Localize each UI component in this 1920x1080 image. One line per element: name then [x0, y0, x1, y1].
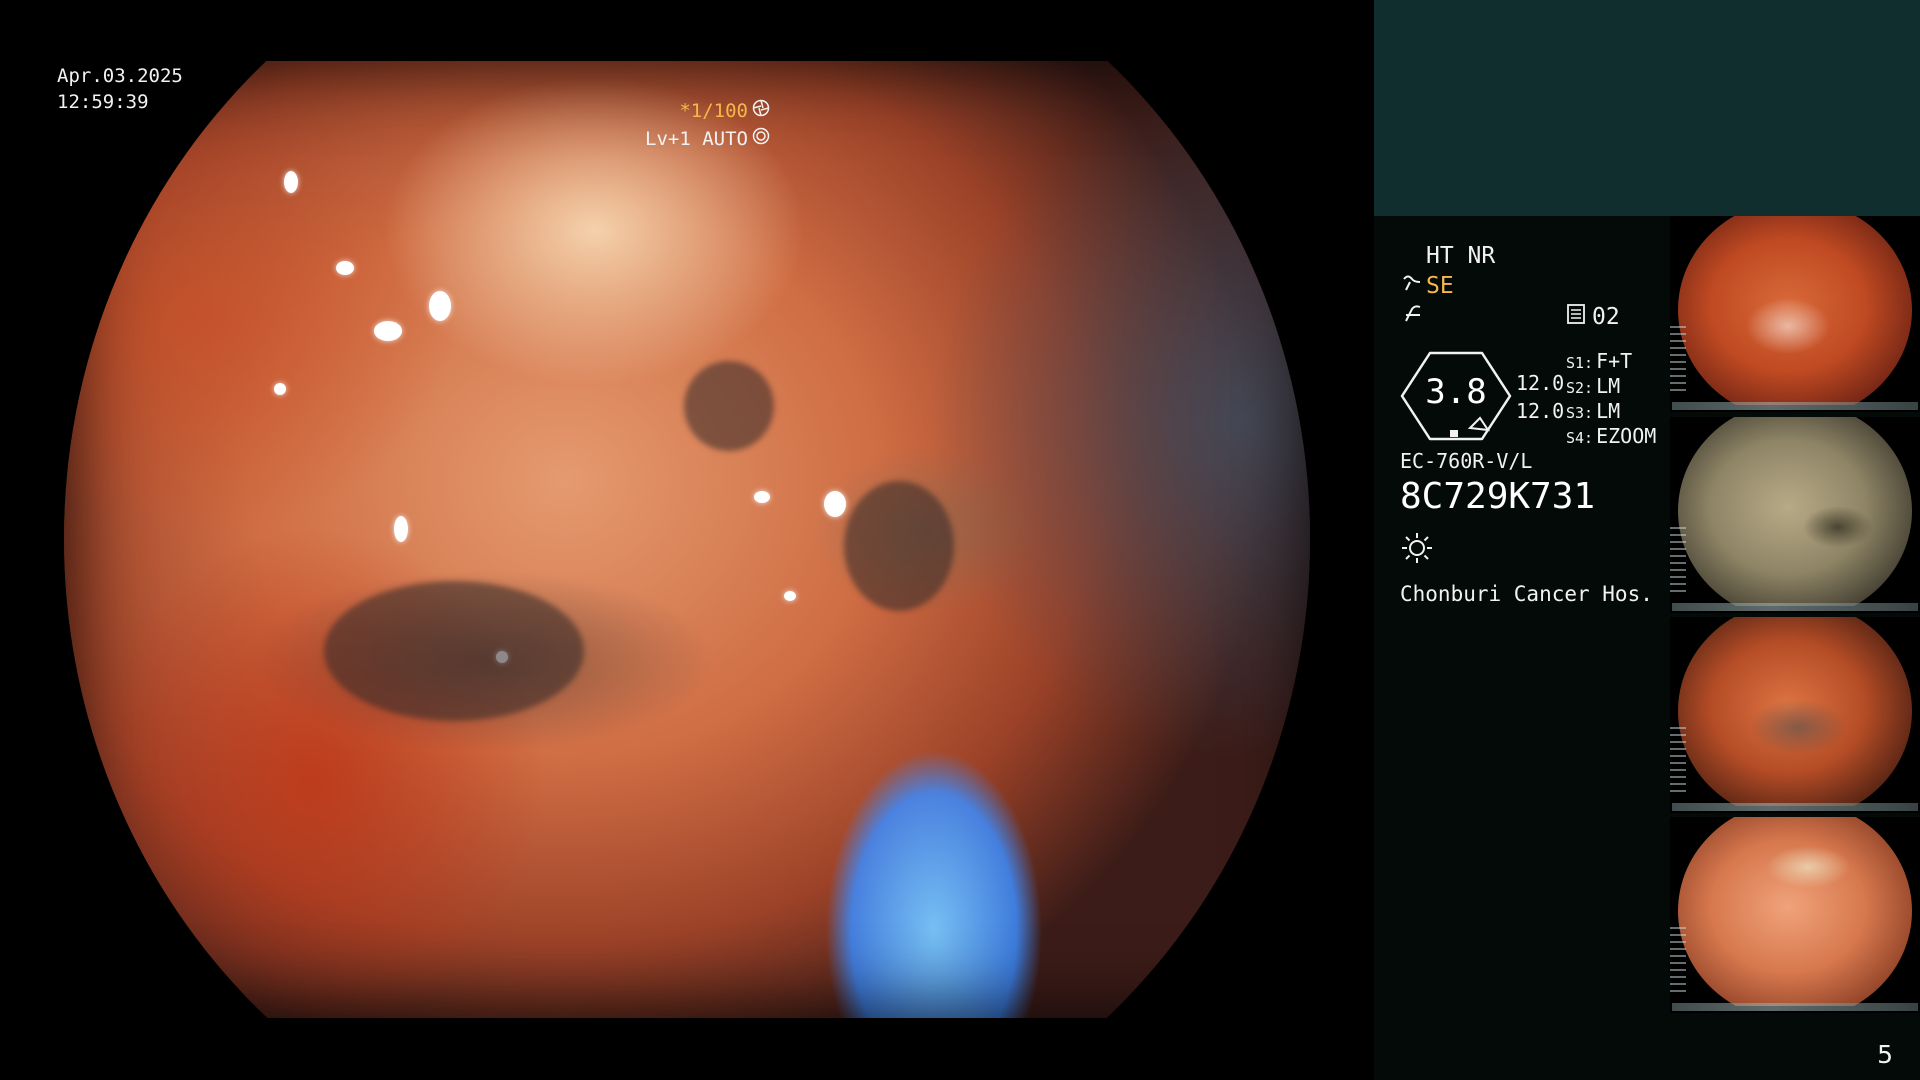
thumbnail-image[interactable] [1670, 417, 1920, 613]
specular-highlight [284, 171, 298, 193]
zoom-gauge: 3.8 [1400, 350, 1512, 442]
lesion-area [324, 581, 584, 721]
thumbnail-endoscopic-image [1678, 216, 1912, 405]
info-panel: HT NR SE 02 3.8 12.0 12.0 S1: F+T S2: LM S… [1374, 0, 1920, 1080]
capture-time: 12:59:39 [57, 91, 149, 113]
page-number: 5 [1877, 1040, 1893, 1069]
switch-key: S2: [1566, 379, 1594, 397]
storage-row: 02 [1566, 303, 1620, 331]
brightness-level: Lv+1 AUTO [645, 127, 748, 150]
switch-value: LM [1596, 399, 1621, 423]
readout-value-2: 12.0 [1516, 399, 1565, 423]
structure-enhance-row: SE [1402, 273, 1454, 299]
hospital-name: Chonburi Cancer Hos. [1400, 582, 1653, 606]
thumbnail-image[interactable] [1670, 216, 1920, 412]
thumbnail-image[interactable] [1670, 617, 1920, 813]
structure-enhance-label: SE [1426, 273, 1454, 299]
thumbnail-text-overlay [1670, 927, 1686, 997]
readout-value-1: 12.0 [1516, 371, 1565, 395]
switch-value: LM [1596, 374, 1621, 398]
specular-highlight [824, 491, 846, 517]
thumbnail-caption-bar [1672, 803, 1918, 811]
specular-highlight [374, 321, 402, 341]
thumbnail-text-overlay [1670, 727, 1686, 797]
specular-highlight [394, 516, 408, 542]
thumbnail-text-overlay [1670, 527, 1686, 597]
endoscopic-image [64, 61, 1310, 1018]
auto-light-icon [752, 127, 770, 150]
thumbnail-endoscopic-image [1678, 417, 1912, 606]
storage-icon [1566, 303, 1586, 331]
image-mode-label: HT NR [1426, 243, 1496, 269]
thumbnail-caption-bar [1672, 603, 1918, 611]
switch-key: S4: [1566, 429, 1594, 447]
specular-highlight [336, 261, 354, 275]
date-time-overlay: Apr.03.2025 12:59:39 [57, 63, 183, 115]
filter-icon [1402, 305, 1426, 331]
aperture-icon [752, 99, 770, 122]
scope-model: EC-760R-V/L [1400, 449, 1533, 473]
switch-assignment-s1: S1: F+T [1566, 349, 1632, 373]
switch-assignment-s4: S4: EZOOM [1566, 424, 1656, 448]
filter-row [1402, 303, 1426, 331]
specular-highlight [274, 383, 286, 395]
structure-enhance-icon [1402, 273, 1424, 299]
thumbnail-text-overlay [1670, 326, 1686, 396]
shutter-speed: *1/100 [679, 99, 748, 122]
lesion-area [844, 481, 954, 611]
thumbnail-endoscopic-image [1678, 617, 1912, 806]
specular-highlight [754, 491, 770, 503]
endoscope-live-view: Apr.03.2025 12:59:39 *1/100 Lv+1 AUTO [0, 0, 1374, 1080]
capture-date: Apr.03.2025 [57, 65, 183, 87]
captured-image-thumbnails [1670, 216, 1920, 1018]
lesion-area [684, 361, 774, 451]
brightness-level-indicator: Lv+1 AUTO [645, 127, 770, 150]
thumbnail-caption-bar [1672, 1003, 1918, 1011]
thumbnail-endoscopic-image [1678, 817, 1912, 1006]
switch-value: EZOOM [1596, 424, 1657, 448]
zoom-gauge-value: 3.8 [1425, 372, 1487, 412]
specular-highlight [784, 591, 796, 601]
switch-assignment-s3: S3: LM [1566, 399, 1620, 423]
thumbnail-image[interactable] [1670, 817, 1920, 1013]
scope-serial-number: 8C729K731 [1400, 476, 1596, 517]
storage-count: 02 [1592, 304, 1620, 330]
light-source-icon [1400, 530, 1434, 564]
specular-highlight [429, 291, 451, 321]
switch-assignment-s2: S2: LM [1566, 374, 1620, 398]
switch-key: S1: [1566, 354, 1594, 372]
thumbnail-caption-bar [1672, 402, 1918, 410]
info-panel-header [1374, 0, 1920, 216]
shutter-indicator: *1/100 [679, 99, 770, 122]
switch-key: S3: [1566, 404, 1594, 422]
switch-value: F+T [1596, 349, 1633, 373]
